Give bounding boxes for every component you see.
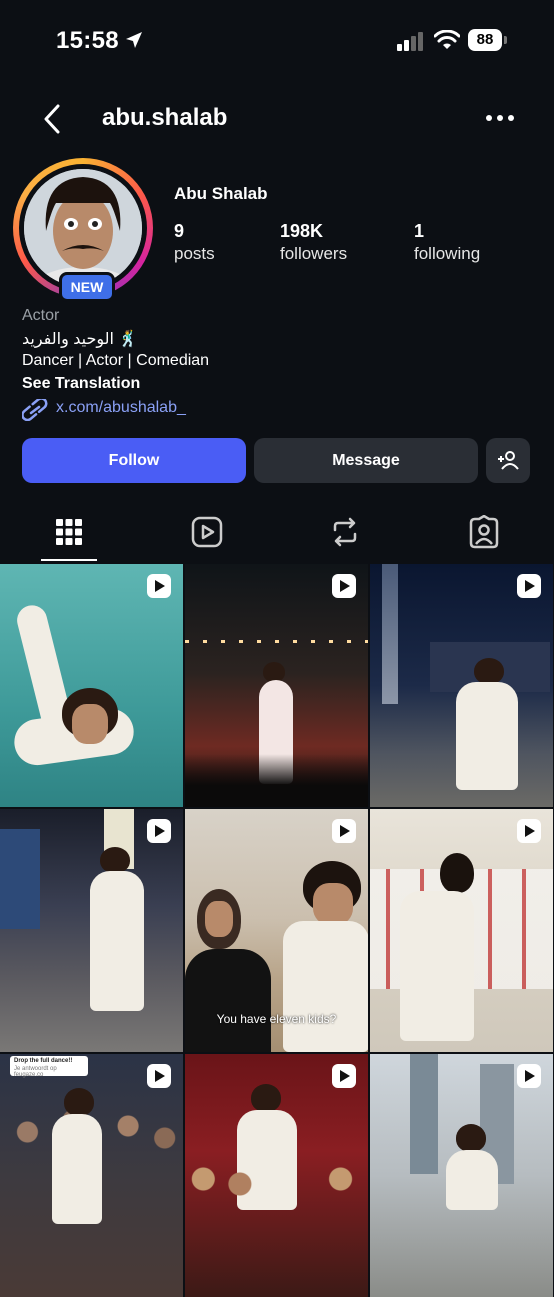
video-caption: You have eleven kids? xyxy=(216,1012,337,1026)
back-arrow-icon[interactable] xyxy=(38,102,68,136)
bio-category: Actor xyxy=(22,307,60,324)
more-options-icon[interactable] xyxy=(484,108,516,128)
wifi-icon xyxy=(434,30,460,49)
bio-arabic-line: الوحيد والفريد 🕺 xyxy=(22,331,139,348)
post-figure xyxy=(251,1084,281,1112)
crowd-silhouette xyxy=(185,1154,368,1204)
post-figure xyxy=(64,1088,94,1116)
tower-silhouette xyxy=(410,1054,438,1174)
avatar-portrait-image xyxy=(24,169,142,287)
tab-reposts[interactable] xyxy=(325,512,365,552)
profile-header: abu.shalab xyxy=(0,92,554,148)
status-bar: 15:58 88 xyxy=(0,0,554,84)
post-figure xyxy=(456,1124,486,1152)
grid-icon xyxy=(56,519,82,545)
display-name: Abu Shalab xyxy=(174,184,268,203)
battery-level: 88 xyxy=(468,29,502,51)
cellular-signal-icon xyxy=(397,32,423,51)
post-figure xyxy=(474,658,504,684)
post-figure xyxy=(400,891,474,1041)
reel-icon xyxy=(332,1064,356,1088)
sticker-subtitle: Je antwoordt op feugaze.co xyxy=(14,1066,57,1078)
reel-icon xyxy=(517,574,541,598)
grid-post-6[interactable] xyxy=(370,809,553,1052)
reel-icon xyxy=(332,574,356,598)
reel-icon xyxy=(147,1064,171,1088)
following-stat[interactable]: 1 following xyxy=(414,220,480,266)
crowd-silhouette xyxy=(185,754,368,807)
post-figure xyxy=(72,704,108,744)
see-translation-link[interactable]: See Translation xyxy=(22,375,140,393)
bio-roles: Dancer | Actor | Comedian xyxy=(22,352,210,369)
grid-post-5[interactable]: You have eleven kids? xyxy=(185,809,368,1052)
posts-count: 9 xyxy=(174,221,185,241)
reel-icon xyxy=(517,819,541,843)
battery-cap xyxy=(504,36,507,44)
string-lights xyxy=(185,640,368,643)
grid-post-1[interactable] xyxy=(0,564,183,807)
post-figure xyxy=(456,682,518,790)
followers-label: followers xyxy=(280,244,348,263)
followers-count: 198K xyxy=(280,221,324,241)
grid-post-9[interactable] xyxy=(370,1054,553,1297)
post-figure xyxy=(263,662,285,682)
post-figure xyxy=(205,901,233,937)
profile-avatar[interactable]: NEW xyxy=(13,158,153,302)
reposts-icon xyxy=(333,517,357,547)
status-time: 15:58 xyxy=(56,27,119,54)
reply-sticker: Drop the full dance!! Je antwoordt op fe… xyxy=(10,1056,88,1078)
add-person-icon xyxy=(498,451,519,470)
post-figure xyxy=(52,1114,102,1224)
message-button[interactable]: Message xyxy=(254,438,478,483)
new-badge: NEW xyxy=(59,272,115,302)
post-figure xyxy=(446,1150,498,1210)
location-arrow-icon xyxy=(126,32,142,48)
posts-grid: You have eleven kids? Drop the full danc… xyxy=(0,564,554,1297)
post-figure xyxy=(440,853,474,893)
grid-post-3[interactable] xyxy=(370,564,553,807)
suggest-user-button[interactable] xyxy=(486,438,530,483)
following-count: 1 xyxy=(414,221,425,241)
posts-label: posts xyxy=(174,244,215,263)
profile-tabs xyxy=(0,504,554,562)
bio-link-text: x.com/abushalab_ xyxy=(56,399,186,416)
tower-silhouette xyxy=(382,564,398,704)
active-tab-indicator xyxy=(41,559,97,561)
grid-post-2[interactable] xyxy=(185,564,368,807)
grid-post-8[interactable] xyxy=(185,1054,368,1297)
reel-icon xyxy=(147,574,171,598)
following-label: following xyxy=(414,244,481,263)
reel-icon xyxy=(517,1064,541,1088)
header-username: abu.shalab xyxy=(102,104,228,131)
tab-grid[interactable] xyxy=(49,512,89,552)
sticker-title: Drop the full dance!! xyxy=(14,1058,73,1064)
post-figure xyxy=(90,871,144,1011)
post-figure xyxy=(313,883,353,925)
reel-icon xyxy=(147,819,171,843)
post-figure xyxy=(100,847,130,873)
followers-stat[interactable]: 198K followers xyxy=(280,220,347,266)
battery-indicator: 88 xyxy=(468,29,508,51)
grid-post-7[interactable]: Drop the full dance!! Je antwoordt op fe… xyxy=(0,1054,183,1297)
posts-stat: 9 posts xyxy=(174,220,215,266)
avatar-photo xyxy=(24,169,142,287)
reels-icon xyxy=(191,516,223,548)
grid-post-4[interactable] xyxy=(0,809,183,1052)
tab-reels[interactable] xyxy=(187,512,227,552)
follow-button[interactable]: Follow xyxy=(22,438,246,483)
reel-icon xyxy=(332,819,356,843)
post-figure xyxy=(185,949,271,1052)
link-icon xyxy=(22,399,48,421)
post-figure xyxy=(283,921,368,1052)
billboard xyxy=(0,829,40,929)
tagged-icon xyxy=(469,514,499,549)
tab-tagged[interactable] xyxy=(464,512,504,552)
